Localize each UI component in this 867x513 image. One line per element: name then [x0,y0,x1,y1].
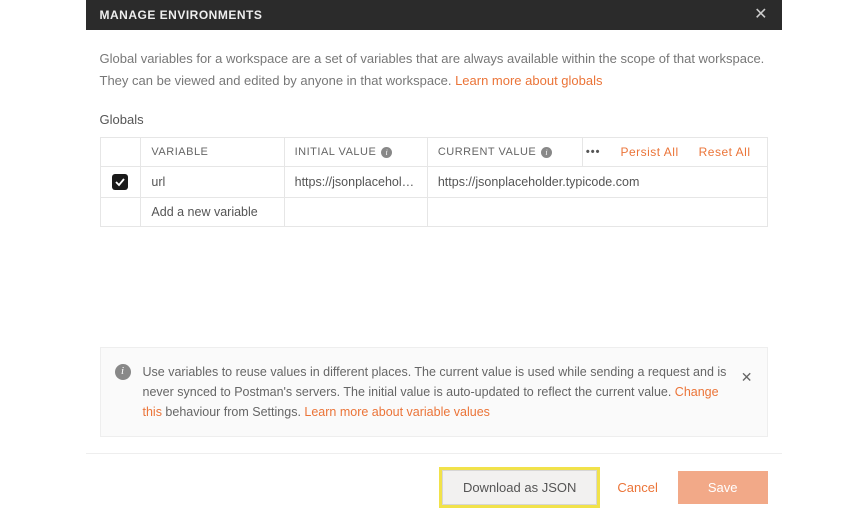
new-current-cell[interactable] [427,198,767,227]
row-checkbox[interactable] [112,174,128,190]
cancel-button[interactable]: Cancel [611,471,663,504]
current-value-cell[interactable]: https://jsonplaceholder.typicode.com [427,167,767,198]
banner-text-a: Use variables to reuse values in differe… [143,365,727,399]
current-header-label: CURRENT VALUE [438,146,536,158]
initial-value-cell[interactable]: https://jsonplacehold... [284,167,427,198]
close-icon[interactable]: ✕ [754,7,767,23]
more-options-icon[interactable]: ••• [583,146,607,158]
globals-table: VARIABLE INITIAL VALUE i CURRENT VALUE i [100,137,768,227]
table-row-new[interactable]: Add a new variable [100,198,767,227]
intro-description: Global variables for a workspace are a s… [100,51,765,88]
close-icon[interactable]: ✕ [741,366,753,388]
section-title: Globals [100,112,768,127]
col-variable-header: VARIABLE [141,138,284,167]
persist-all-link[interactable]: Persist All [620,145,678,159]
learn-globals-link[interactable]: Learn more about globals [455,73,602,88]
banner-text-b: behaviour from Settings. [162,405,304,419]
intro-text: Global variables for a workspace are a s… [100,48,768,92]
banner-text: Use variables to reuse values in differe… [143,362,727,422]
col-actions-header: ••• Persist All Reset All [583,138,767,167]
reset-all-link[interactable]: Reset All [699,145,751,159]
variable-header-label: VARIABLE [151,146,208,158]
info-icon[interactable]: i [541,147,552,158]
dialog-title: MANAGE ENVIRONMENTS [100,8,263,22]
initial-header-label: INITIAL VALUE [295,146,377,158]
dialog-footer: Download as JSON Cancel Save [86,454,782,505]
info-banner: i Use variables to reuse values in diffe… [100,347,768,437]
table-row[interactable]: url https://jsonplacehold... https://jso… [100,167,767,198]
check-icon [115,177,125,187]
new-variable-placeholder[interactable]: Add a new variable [141,198,284,227]
info-icon: i [115,364,131,380]
table-header-row: VARIABLE INITIAL VALUE i CURRENT VALUE i [100,138,767,167]
col-current-header: CURRENT VALUE i [427,138,582,167]
dialog-body: Global variables for a workspace are a s… [86,30,782,437]
col-initial-header: INITIAL VALUE i [284,138,427,167]
save-button[interactable]: Save [678,471,768,504]
new-initial-cell[interactable] [284,198,427,227]
manage-environments-dialog: MANAGE ENVIRONMENTS ✕ Global variables f… [86,0,782,505]
variable-cell[interactable]: url [141,167,284,198]
learn-variables-link[interactable]: Learn more about variable values [304,405,490,419]
download-json-button[interactable]: Download as JSON [442,470,597,505]
info-icon[interactable]: i [381,147,392,158]
col-check-header [100,138,141,167]
dialog-header: MANAGE ENVIRONMENTS ✕ [86,0,782,30]
